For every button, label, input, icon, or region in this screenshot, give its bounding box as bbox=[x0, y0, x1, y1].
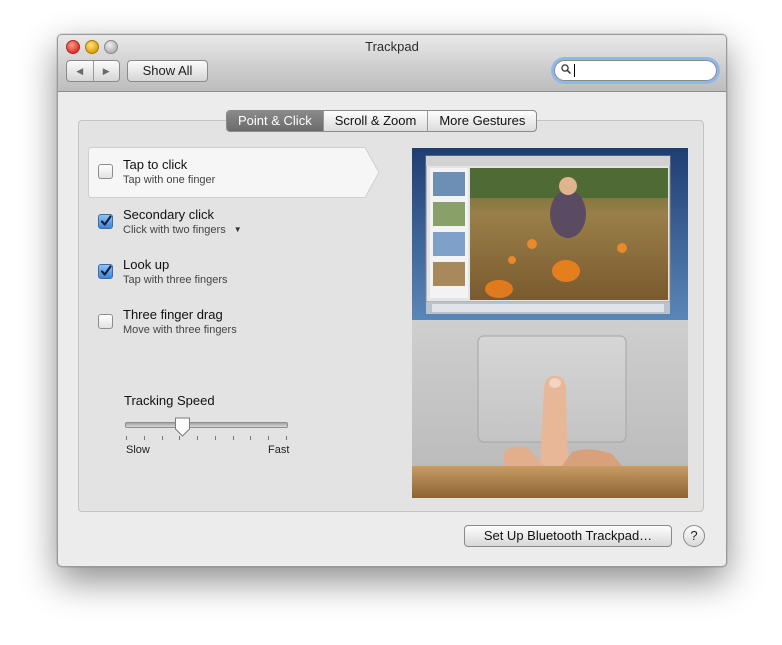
set-up-bluetooth-trackpad-button[interactable]: Set Up Bluetooth Trackpad… bbox=[464, 525, 672, 547]
help-button[interactable]: ? bbox=[683, 525, 705, 547]
three-finger-drag-checkbox[interactable] bbox=[98, 314, 113, 329]
window-title: Trackpad bbox=[365, 39, 419, 54]
checkmark-icon bbox=[100, 265, 112, 276]
option-title: Tap to click bbox=[123, 157, 188, 172]
slider-tick bbox=[233, 436, 234, 440]
look-up-checkbox[interactable] bbox=[98, 264, 113, 279]
tab-scroll-and-zoom[interactable]: Scroll & Zoom bbox=[322, 111, 428, 131]
slider-tick bbox=[215, 436, 216, 440]
secondary-click-checkbox[interactable] bbox=[98, 214, 113, 229]
option-subtitle: Tap with one finger bbox=[123, 174, 216, 186]
slider-tick bbox=[162, 436, 163, 440]
checkmark-icon bbox=[100, 215, 112, 226]
text-caret bbox=[574, 64, 575, 77]
preferences-window: Trackpad ◀ ▶ Show All Point & Click Scro… bbox=[57, 34, 727, 567]
tracking-speed-slider-thumb[interactable] bbox=[174, 417, 191, 437]
slider-tick bbox=[126, 436, 127, 440]
slider-max-label: Fast bbox=[268, 444, 290, 456]
tracking-speed-slider-track[interactable] bbox=[125, 422, 288, 428]
tracking-speed-label: Tracking Speed bbox=[124, 393, 215, 408]
tab-more-gestures[interactable]: More Gestures bbox=[427, 111, 536, 131]
option-subtitle: Move with three fingers bbox=[123, 324, 237, 336]
slider-tick bbox=[268, 436, 269, 440]
back-button[interactable]: ◀ bbox=[67, 61, 93, 81]
tab-bar: Point & Click Scroll & Zoom More Gesture… bbox=[226, 110, 538, 132]
option-title: Three finger drag bbox=[123, 307, 223, 322]
option-subtitle: Tap with three fingers bbox=[123, 274, 228, 286]
back-forward-control: ◀ ▶ bbox=[66, 60, 120, 82]
option-title: Secondary click bbox=[123, 207, 215, 222]
secondary-click-subtitle-text: Click with two fingers bbox=[123, 224, 226, 236]
tab-point-and-click[interactable]: Point & Click bbox=[227, 111, 323, 131]
forward-button[interactable]: ▶ bbox=[92, 61, 120, 81]
slider-tick bbox=[144, 436, 145, 440]
slider-min-label: Slow bbox=[126, 444, 150, 456]
slider-tick bbox=[250, 436, 251, 440]
option-subtitle: Click with two fingers ▼ bbox=[123, 224, 242, 236]
show-all-button[interactable]: Show All bbox=[127, 60, 208, 82]
dropdown-arrow-icon[interactable]: ▼ bbox=[234, 225, 242, 234]
search-icon bbox=[561, 64, 571, 74]
search-input[interactable] bbox=[574, 62, 708, 78]
slider-tick bbox=[286, 436, 287, 440]
selected-option-highlight bbox=[88, 147, 380, 198]
gesture-preview-image bbox=[412, 148, 688, 498]
title-bar: Trackpad ◀ ▶ Show All bbox=[58, 35, 726, 92]
tap-to-click-checkbox[interactable] bbox=[98, 164, 113, 179]
option-title: Look up bbox=[123, 257, 170, 272]
slider-tick bbox=[197, 436, 198, 440]
search-field[interactable] bbox=[554, 60, 717, 81]
